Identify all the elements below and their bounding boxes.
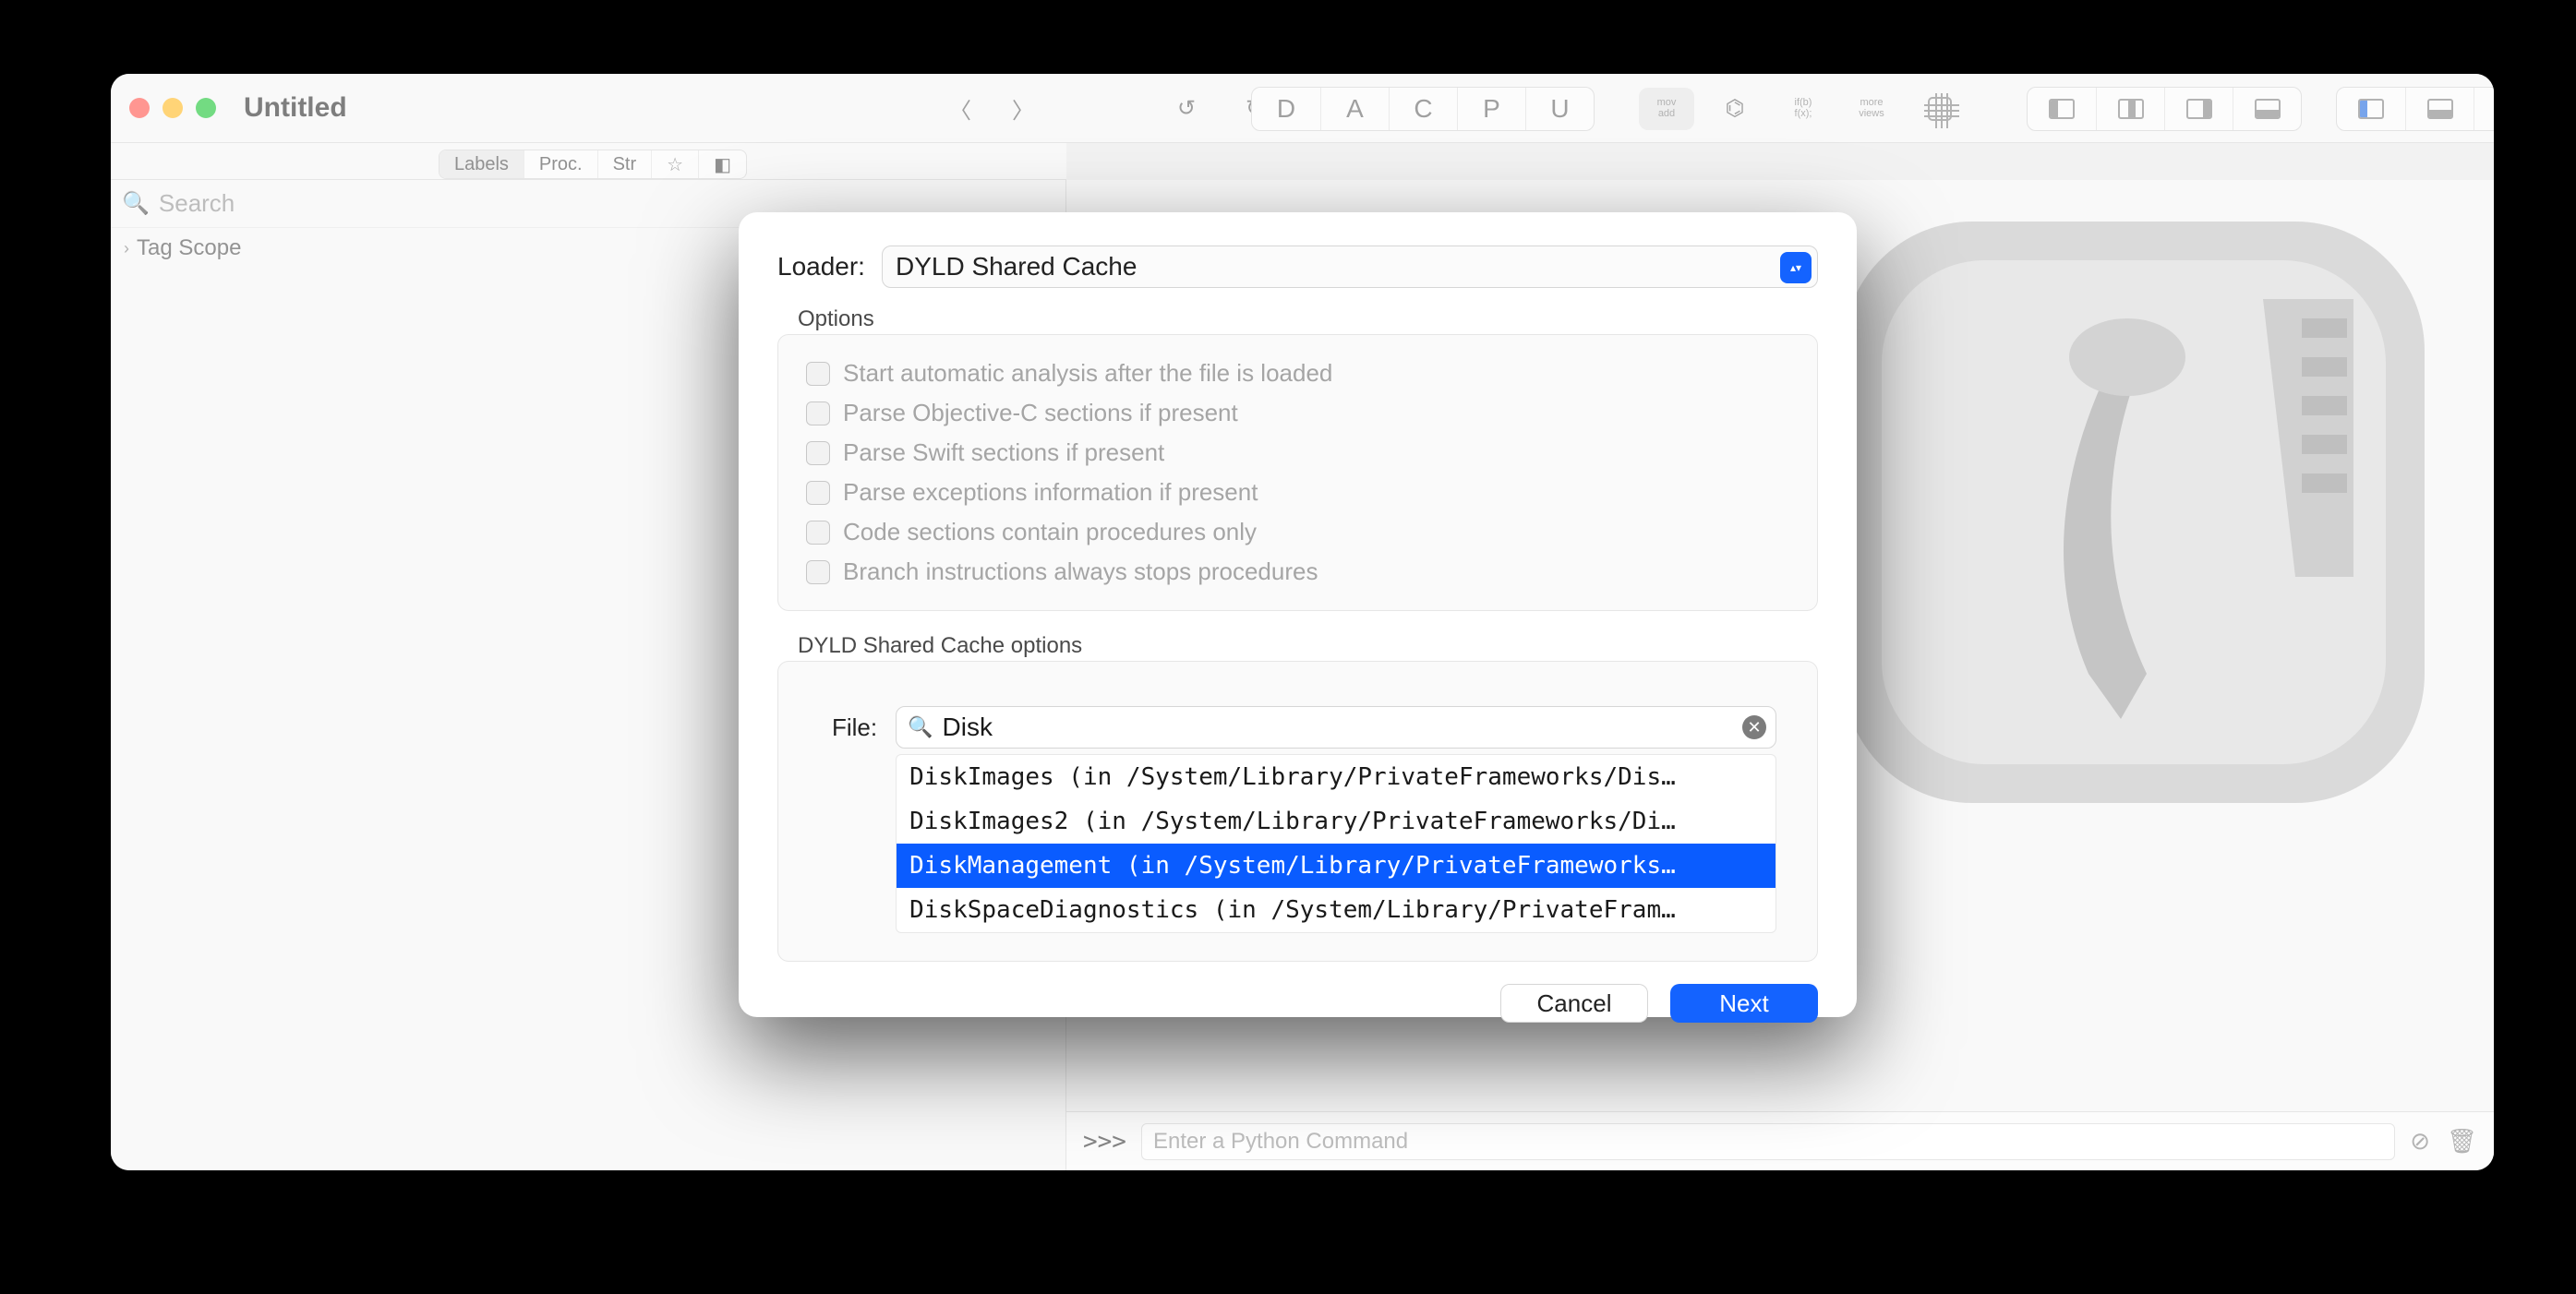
opt-branch-stops[interactable]: Branch instructions always stops procedu… (806, 557, 1789, 586)
chip-icon (1928, 97, 1952, 121)
sidebar-tabs-row: Labels Proc. Str ☆ ◧ (111, 143, 1066, 180)
curlayout-left[interactable] (2337, 88, 2405, 130)
checkbox-icon (806, 481, 830, 505)
mini-text-icon: if(b)f(x); (1795, 98, 1812, 119)
console-prompt: >>> (1083, 1128, 1126, 1156)
file-item[interactable]: DiskImages2 (in /System/Library/PrivateF… (897, 799, 1776, 844)
panel-left-icon (2049, 99, 2075, 119)
dyld-options-title: DYLD Shared Cache options (798, 633, 1818, 659)
console-placeholder: Enter a Python Command (1153, 1129, 1408, 1155)
options-title: Options (798, 306, 1818, 332)
mini-text-icon: moreviews (1859, 98, 1884, 119)
loader-label: Loader: (777, 252, 865, 282)
clear-console-icon[interactable]: ⊘ (2410, 1127, 2430, 1156)
file-list: DiskImages (in /System/Library/PrivateFr… (896, 754, 1776, 933)
search-icon: 🔍 (122, 190, 150, 217)
mode-segment: D A C P U (1251, 87, 1595, 131)
panel-bottom-icon (2255, 99, 2281, 119)
sidebar-tabs: Labels Proc. Str ☆ ◧ (439, 150, 747, 179)
hopper-logo-icon (1811, 189, 2457, 835)
curlayout-bottom[interactable] (2405, 88, 2474, 130)
tag-icon: ◧ (714, 153, 731, 176)
file-item[interactable]: DiskSpaceDiagnostics (in /System/Library… (897, 888, 1776, 932)
app-logo (1811, 189, 2457, 835)
tool-mini-1[interactable]: movadd (1639, 88, 1694, 130)
undo-icon: ↺ (1177, 95, 1196, 122)
python-console: >>> Enter a Python Command ⊘ 🗑 (1066, 1111, 2494, 1170)
mode-u[interactable]: U (1525, 88, 1594, 130)
checkbox-icon (806, 521, 830, 545)
tree-item-label: Tag Scope (137, 235, 241, 261)
minimize-window-icon[interactable] (163, 98, 183, 118)
search-icon: 🔍 (908, 715, 933, 739)
chevron-right-icon: › (124, 239, 129, 258)
loader-value: DYLD Shared Cache (896, 252, 1137, 282)
file-label: File: (832, 713, 877, 742)
checkbox-icon (806, 441, 830, 465)
panel-right-icon (2186, 99, 2212, 119)
panel-bottom-icon (2427, 99, 2453, 119)
layout-right[interactable] (2164, 88, 2233, 130)
dyld-options-group: File: 🔍 Disk ✕ DiskImages (in /System/Li… (777, 661, 1818, 962)
star-icon: ☆ (667, 153, 683, 176)
loader-select[interactable]: DYLD Shared Cache ▴▾ (882, 246, 1818, 288)
tool-chip[interactable] (1912, 88, 1968, 130)
current-layout-segment (2336, 87, 2494, 131)
file-item[interactable]: DiskManagement (in /System/Library/Priva… (897, 844, 1776, 888)
layout-left[interactable] (2028, 88, 2096, 130)
file-search-input[interactable]: 🔍 Disk ✕ (896, 706, 1776, 749)
checkbox-icon (806, 362, 830, 386)
panel-left-icon (2358, 99, 2384, 119)
opt-code-procedures[interactable]: Code sections contain procedures only (806, 518, 1789, 546)
close-window-icon[interactable] (129, 98, 150, 118)
mode-c[interactable]: C (1389, 88, 1457, 130)
options-group: Start automatic analysis after the file … (777, 334, 1818, 611)
chevron-left-icon: 〈 (949, 92, 971, 125)
checkbox-icon (806, 560, 830, 584)
trash-icon[interactable]: 🗑 (2447, 1127, 2477, 1156)
chevron-right-icon: 〉 (1012, 92, 1034, 125)
tool-mini-2[interactable]: if(b)f(x); (1776, 88, 1831, 130)
tab-extra[interactable]: ◧ (698, 150, 746, 178)
mini-text-icon: movadd (1657, 98, 1677, 119)
opt-parse-exceptions[interactable]: Parse exceptions information if present (806, 478, 1789, 507)
window-title: Untitled (244, 92, 347, 124)
back-button[interactable]: 〈 (933, 88, 988, 130)
layout-center[interactable] (2096, 88, 2164, 130)
layout-segment (2027, 87, 2302, 131)
updown-icon: ▴▾ (1780, 252, 1812, 283)
loader-dialog: Loader: DYLD Shared Cache ▴▾ Options Sta… (739, 212, 1857, 1017)
tab-star[interactable]: ☆ (651, 150, 698, 178)
search-placeholder: Search (159, 189, 235, 218)
cancel-button[interactable]: Cancel (1500, 984, 1648, 1023)
opt-parse-swift[interactable]: Parse Swift sections if present (806, 438, 1789, 467)
clear-icon[interactable]: ✕ (1742, 715, 1766, 739)
next-button[interactable]: Next (1670, 984, 1818, 1023)
checkbox-icon (806, 401, 830, 425)
tool-mini-3[interactable]: moreviews (1844, 88, 1899, 130)
toolbar-nav: 〈 〉 (933, 74, 1051, 143)
titlebar: Untitled 〈 〉 ↺ ↻ D A C P U movadd (111, 74, 2494, 143)
curlayout-center[interactable] (2474, 88, 2494, 130)
opt-parse-objc[interactable]: Parse Objective-C sections if present (806, 399, 1789, 427)
console-input[interactable]: Enter a Python Command (1141, 1123, 2395, 1160)
tab-proc[interactable]: Proc. (524, 150, 597, 178)
traffic-lights (129, 98, 216, 118)
panel-center-icon (2118, 99, 2144, 119)
undo-button[interactable]: ↺ (1159, 88, 1214, 130)
tool-cfg[interactable]: ⌬ (1707, 88, 1763, 130)
opt-auto-analysis[interactable]: Start automatic analysis after the file … (806, 359, 1789, 388)
layout-bottom[interactable] (2233, 88, 2301, 130)
tab-labels[interactable]: Labels (439, 150, 524, 178)
mode-p[interactable]: P (1457, 88, 1525, 130)
file-search-value: Disk (943, 713, 993, 742)
forward-button[interactable]: 〉 (995, 88, 1051, 130)
tab-str[interactable]: Str (597, 150, 652, 178)
mode-a[interactable]: A (1320, 88, 1389, 130)
mode-d[interactable]: D (1252, 88, 1320, 130)
graph-icon: ⌬ (1726, 95, 1745, 122)
zoom-window-icon[interactable] (196, 98, 216, 118)
file-item[interactable]: DiskImages (in /System/Library/PrivateFr… (897, 755, 1776, 799)
